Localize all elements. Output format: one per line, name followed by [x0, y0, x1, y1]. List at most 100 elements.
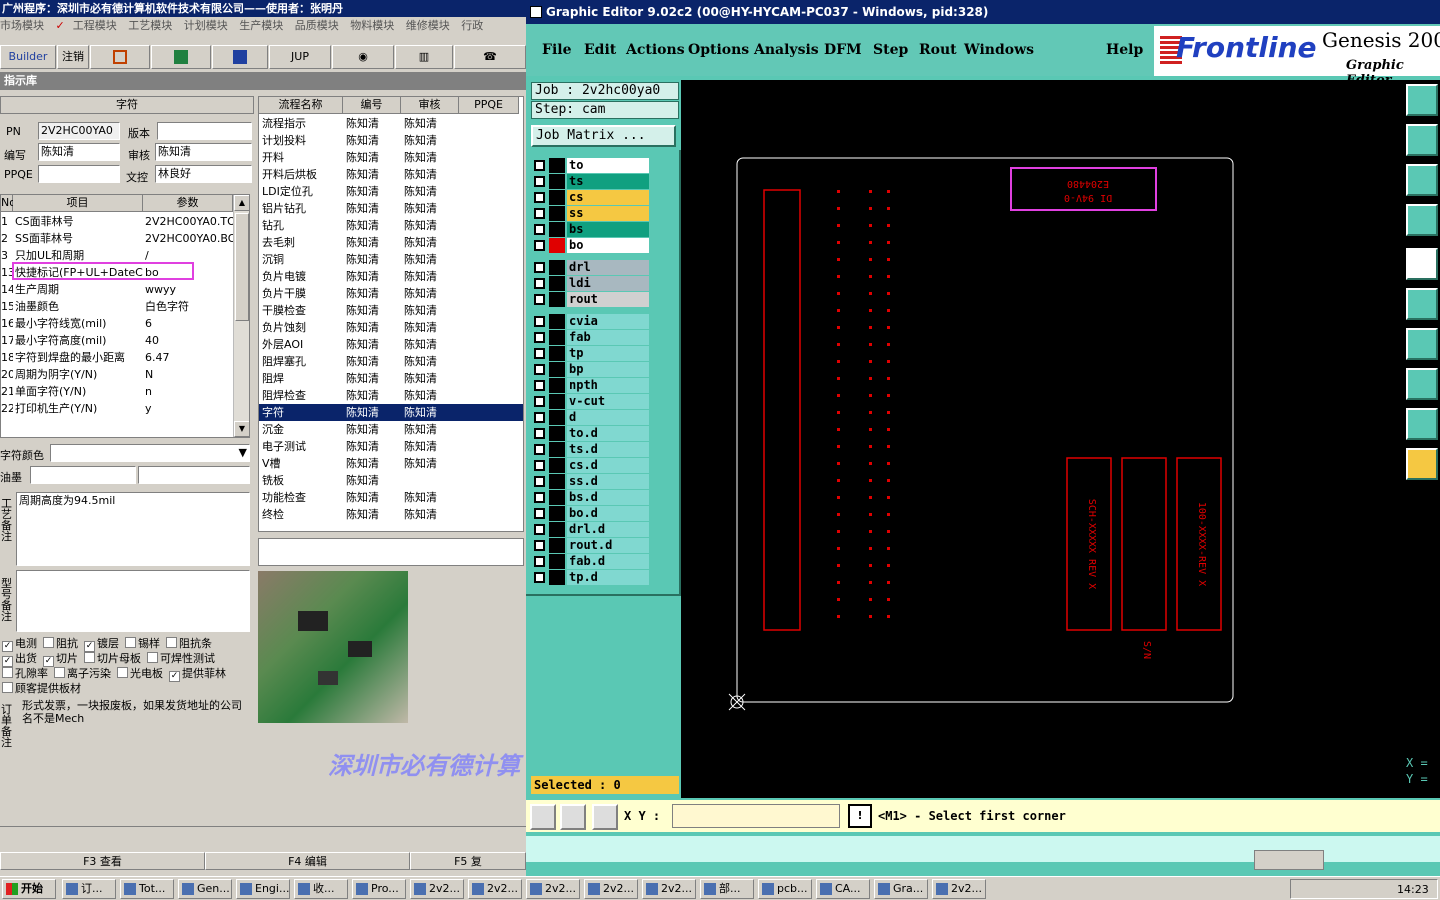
taskbar-item[interactable]: Tot...	[120, 879, 174, 899]
checkbox[interactable]	[43, 637, 54, 648]
layer-checkbox[interactable]	[534, 412, 545, 423]
layer-checkbox[interactable]	[534, 240, 545, 251]
help-buttons[interactable]	[1254, 850, 1324, 870]
craft-note-textarea[interactable]: 周期高度为94.5mil	[16, 492, 250, 566]
params-scrollbar[interactable]: ▲ ▼	[233, 195, 249, 437]
warning-icon[interactable]: !	[848, 804, 872, 828]
flow-row[interactable]: 阻焊 陈知清 陈知清	[259, 370, 523, 387]
flow-row[interactable]: 阻焊检查 陈知清 陈知清	[259, 387, 523, 404]
layer-item-ss.d[interactable]: ss.d	[531, 474, 651, 489]
layer-checkbox[interactable]	[534, 316, 545, 327]
menu-actions[interactable]: Actions	[626, 42, 685, 58]
param-row[interactable]: 20周期为阴字(Y/N) N	[1, 366, 233, 383]
flow-row[interactable]: 开料后烘板 陈知清 陈知清	[259, 166, 523, 183]
flow-row[interactable]: 开料 陈知清 陈知清	[259, 149, 523, 166]
doc-control-field[interactable]: 林良好	[155, 165, 252, 183]
taskbar-item[interactable]: 2v2...	[468, 879, 522, 899]
checkbox-option[interactable]: 切片母板	[84, 652, 141, 665]
layer-checkbox[interactable]	[534, 192, 545, 203]
excel-icon[interactable]	[151, 45, 211, 69]
taskbar-item[interactable]: CA...	[816, 879, 870, 899]
menu-options[interactable]: Options	[688, 42, 749, 58]
flow-row[interactable]: 钻孔 陈知清 陈知清	[259, 217, 523, 234]
layer-checkbox[interactable]	[534, 540, 545, 551]
checkbox-option[interactable]: 孔隙率	[2, 667, 48, 680]
taskbar-item[interactable]: 2v2...	[932, 879, 986, 899]
taskbar-item[interactable]: Gra...	[874, 879, 928, 899]
taskbar-item[interactable]: 2v2...	[526, 879, 580, 899]
menu-production[interactable]: 生产模块	[239, 19, 283, 32]
layer-item-fab[interactable]: fab	[531, 330, 651, 345]
builder-button[interactable]: Builder	[0, 45, 56, 69]
flow-row[interactable]: 铝片钻孔 陈知清 陈知清	[259, 200, 523, 217]
checkbox-option[interactable]: 可焊性测试	[147, 652, 215, 665]
flow-row[interactable]: 沉铜 陈知清 陈知清	[259, 251, 523, 268]
layer-checkbox[interactable]	[534, 396, 545, 407]
layer-checkbox[interactable]	[534, 444, 545, 455]
layer-checkbox[interactable]	[534, 428, 545, 439]
flow-row[interactable]: 电子测试 陈知清 陈知清	[259, 438, 523, 455]
f3-view-button[interactable]: F3 查看	[0, 852, 205, 870]
layer-checkbox[interactable]	[534, 492, 545, 503]
layer-checkbox[interactable]	[534, 460, 545, 471]
layer-item-bo.d[interactable]: bo.d	[531, 506, 651, 521]
phone-icon[interactable]: ☎	[454, 45, 526, 69]
word-icon[interactable]	[212, 45, 268, 69]
model-note-textarea[interactable]	[16, 570, 250, 632]
author-field[interactable]: 陈知清	[38, 143, 120, 161]
flow-row[interactable]: 计划投料 陈知清 陈知清	[259, 132, 523, 149]
flow-row[interactable]: 字符 陈知清 陈知清	[259, 404, 523, 421]
zoom-fit-icon[interactable]	[1406, 164, 1438, 196]
eye-icon[interactable]: ◉	[332, 45, 394, 69]
start-button[interactable]: 开始	[2, 879, 56, 899]
layer-item-drl[interactable]: drl	[531, 260, 651, 275]
flow-row[interactable]: 功能检查 陈知清 陈知清	[259, 489, 523, 506]
checkbox-option[interactable]: 阻抗条	[166, 637, 212, 650]
database-icon[interactable]: ▥	[395, 45, 453, 69]
layer-item-cs.d[interactable]: cs.d	[531, 458, 651, 473]
taskbar-item[interactable]: pcb...	[758, 879, 812, 899]
layer-item-ldi[interactable]: ldi	[531, 276, 651, 291]
layer-checkbox[interactable]	[534, 294, 545, 305]
xy-input[interactable]	[672, 804, 840, 828]
checkbox[interactable]	[2, 682, 13, 693]
layer-item-to[interactable]: to	[531, 158, 651, 173]
measure-icon[interactable]	[1406, 328, 1438, 360]
param-row[interactable]: 17最小字符高度(mil) 40	[1, 332, 233, 349]
tool-a-icon[interactable]	[530, 804, 556, 830]
layer-item-fab.d[interactable]: fab.d	[531, 554, 651, 569]
flow-row[interactable]: 去毛刺 陈知清 陈知清	[259, 234, 523, 251]
layer-checkbox[interactable]	[534, 476, 545, 487]
window-icon[interactable]	[1406, 124, 1438, 156]
f5-copy-button[interactable]: F5 复	[410, 852, 526, 870]
export-icon[interactable]	[1406, 84, 1438, 116]
flow-row[interactable]: 沉金 陈知清 陈知清	[259, 421, 523, 438]
menu-quality[interactable]: 品质模块	[295, 19, 339, 32]
checkbox-option[interactable]: ✓ 电测	[2, 637, 37, 652]
checkbox[interactable]	[117, 667, 128, 678]
menu-file[interactable]: File	[542, 42, 571, 58]
param-row[interactable]: 1 CS面菲林号 2V2HC00YA0.TO	[1, 213, 233, 230]
tool-b-icon[interactable]	[560, 804, 586, 830]
net-icon[interactable]	[1406, 288, 1438, 320]
job-matrix-button[interactable]: Job Matrix ...	[531, 125, 676, 147]
param-row[interactable]: 18字符到焊盘的最小距离 6.47	[1, 349, 233, 366]
param-row[interactable]: 22打印机生产(Y/N) y	[1, 400, 233, 417]
menu-edit[interactable]: Edit	[584, 42, 616, 58]
layer-item-rout.d[interactable]: rout.d	[531, 538, 651, 553]
version-field[interactable]	[157, 122, 252, 140]
param-row[interactable]: 15油墨颜色 白色字符	[1, 298, 233, 315]
layer-item-drl.d[interactable]: drl.d	[531, 522, 651, 537]
taskbar-item[interactable]: Engi...	[236, 879, 290, 899]
checkbox-option[interactable]: 锡样	[125, 637, 160, 650]
flow-row[interactable]: 铣板 陈知清	[259, 472, 523, 489]
layer-item-v-cut[interactable]: v-cut	[531, 394, 651, 409]
ppqe-field[interactable]	[38, 165, 120, 183]
param-row[interactable]: 2 SS面菲林号 2V2HC00YA0.BO	[1, 230, 233, 247]
logout-button[interactable]: 注销	[57, 45, 89, 69]
menu-rout[interactable]: Rout	[919, 42, 957, 58]
layer-checkbox[interactable]	[534, 556, 545, 567]
ink-field-2[interactable]	[138, 466, 250, 484]
flow-row[interactable]: V槽 陈知清 陈知清	[259, 455, 523, 472]
menu-craft[interactable]: 工艺模块	[128, 19, 172, 32]
